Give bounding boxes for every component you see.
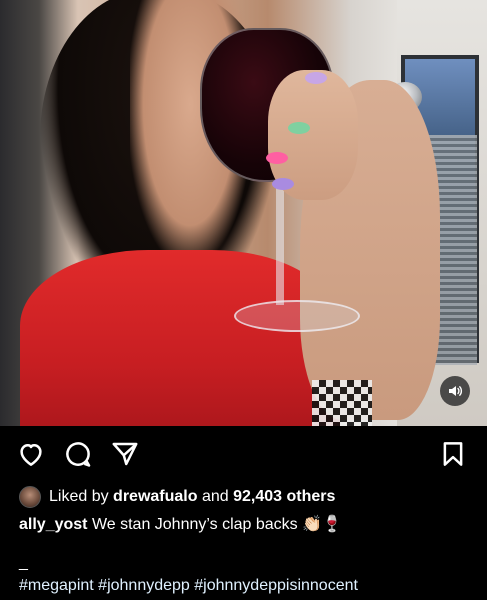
nail	[288, 122, 310, 134]
bookmark-icon	[443, 442, 463, 466]
like-button[interactable]	[16, 439, 46, 469]
wine-glass-base	[234, 300, 360, 332]
speaker-icon	[449, 386, 463, 396]
sound-toggle-button[interactable]	[440, 376, 470, 406]
caption-text: We stan Johnny’s clap backs 👏🏻🍷	[91, 516, 342, 533]
checkered-fabric	[312, 380, 372, 426]
liked-by-and: and	[201, 488, 229, 505]
wine-glass-stem	[276, 175, 284, 305]
likes-count[interactable]: 92,403 others	[233, 488, 335, 506]
liked-by-username[interactable]: drewafualo	[113, 488, 197, 506]
comment-icon	[66, 442, 91, 467]
post-actions	[0, 426, 487, 482]
red-top	[20, 250, 340, 426]
nail	[266, 152, 288, 164]
nail	[272, 178, 294, 190]
paper-plane-icon	[112, 442, 138, 466]
share-button[interactable]	[110, 439, 140, 469]
likes-summary[interactable]: Liked by drewafualo and 92,403 others	[0, 482, 487, 510]
liked-by-prefix: Liked by	[49, 488, 109, 505]
hashtags[interactable]: #megapint #johnnydepp #johnnydeppisinnoc…	[0, 572, 487, 596]
post-caption: ally_yost We stan Johnny’s clap backs 👏🏻…	[0, 510, 487, 536]
heart-icon	[20, 444, 42, 466]
caption-separator: _	[19, 554, 28, 571]
avatar[interactable]	[19, 486, 41, 508]
comment-button[interactable]	[63, 439, 93, 469]
caption-username[interactable]: ally_yost	[19, 516, 87, 533]
nail	[305, 72, 327, 84]
post-video[interactable]	[0, 0, 487, 426]
save-button[interactable]	[438, 439, 468, 469]
